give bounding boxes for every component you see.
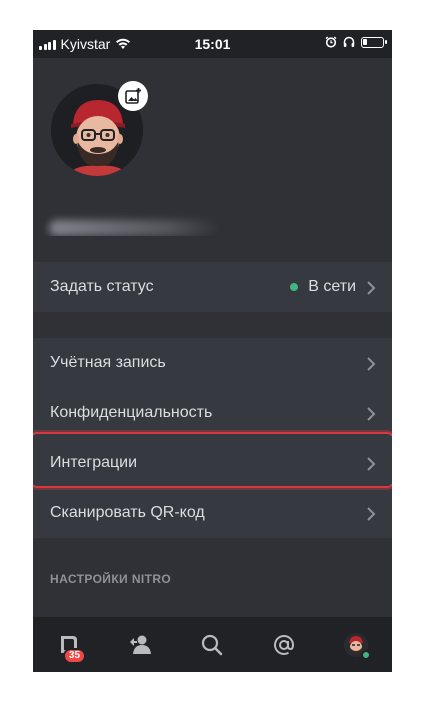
friends-icon [129,635,151,654]
scan-qr-row[interactable]: Сканировать QR-код [33,488,392,538]
add-image-icon [125,88,141,104]
status-value-text: В сети [308,278,356,295]
friends-tab[interactable] [121,625,161,665]
chevron-right-icon [367,281,376,295]
chevron-right-icon [367,407,376,421]
privacy-row[interactable]: Конфиденциальность [33,388,392,438]
headphones-icon [343,36,355,47]
section-gap [33,236,392,262]
nitro-settings-header: НАСТРОЙКИ NITRO [50,572,172,586]
chevron-right-icon [367,457,376,471]
chevron-right-icon [367,507,376,521]
status-right [325,36,387,48]
scan-qr-label: Сканировать QR-код [50,504,205,521]
servers-tab[interactable]: 35 [49,625,89,665]
at-sign-icon [274,634,295,655]
app-screen: Kyivstar 15:01 Задать статус В сети Учёт… [33,30,392,672]
alarm-icon [325,36,337,48]
add-photo-button[interactable] [118,81,148,111]
account-row[interactable]: Учётная запись [33,338,392,388]
online-status-dot-icon [290,283,299,291]
notification-badge: 35 [62,647,87,664]
mentions-tab[interactable] [264,625,304,665]
set-status-row[interactable]: Задать статус В сети [33,262,392,312]
online-status-dot-icon [361,649,372,660]
integrations-row[interactable]: Интеграции [33,438,392,488]
chevron-right-icon [367,357,376,371]
username-blurred [49,220,219,236]
set-status-label: Задать статус [50,278,154,295]
bottom-tab-bar: 35 [33,617,392,672]
section-gap [33,312,392,338]
profile-header [33,58,392,236]
privacy-label: Конфиденциальность [50,404,213,421]
profile-tab[interactable] [336,625,376,665]
account-label: Учётная запись [50,354,166,371]
search-tab[interactable] [192,625,232,665]
status-value: В сети [290,278,356,296]
battery-icon [361,36,387,48]
integrations-label: Интеграции [50,454,138,471]
status-bar: Kyivstar 15:01 [33,30,392,58]
search-icon [202,634,223,655]
